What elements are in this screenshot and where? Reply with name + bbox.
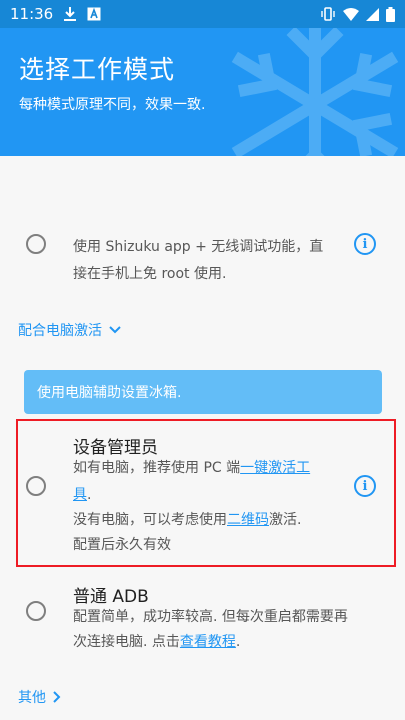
- header: 选择工作模式 每种模式原理不同，效果一致.: [0, 28, 405, 156]
- device-admin-info-icon[interactable]: i: [354, 475, 376, 497]
- shizuku-description-line2: 接在手机上免 root 使用.: [73, 266, 227, 282]
- device-admin-line4: 配置后永久有效: [73, 537, 171, 553]
- chevron-down-icon: [109, 326, 121, 334]
- vibrate-icon: [320, 7, 336, 21]
- page-subtitle: 每种模式原理不同，效果一致.: [19, 97, 206, 113]
- shizuku-radio[interactable]: [26, 234, 46, 254]
- status-time: 11:36: [10, 5, 54, 23]
- adb-line2-text: 次连接电脑. 点击: [73, 634, 180, 650]
- device-admin-radio[interactable]: [26, 476, 46, 496]
- qr-code-link[interactable]: 二维码: [227, 512, 269, 528]
- device-admin-line2-suffix: .: [87, 487, 92, 503]
- battery-icon: [386, 6, 395, 22]
- mode-list: 使用 Shizuku app + 无线调试功能，直 接在手机上免 root 使用…: [0, 156, 405, 720]
- pc-activation-section[interactable]: 配合电脑激活: [18, 320, 122, 340]
- one-click-activate-link[interactable]: 一键激活工: [240, 460, 310, 476]
- other-section[interactable]: 其他: [18, 687, 62, 707]
- adb-line2-suffix: .: [235, 634, 241, 650]
- adb-radio[interactable]: [26, 601, 46, 621]
- pc-activation-label: 配合电脑激活: [18, 323, 102, 339]
- cell-signal-icon: [366, 7, 379, 21]
- status-bar: 11:36: [0, 0, 405, 28]
- one-click-activate-link-cont[interactable]: 具: [73, 487, 87, 503]
- shizuku-description-line1: 使用 Shizuku app + 无线调试功能，直: [73, 239, 324, 255]
- pc-helper-banner-text: 使用电脑辅助设置冰箱.: [37, 385, 182, 401]
- device-admin-line1: 如有电脑，推荐使用 PC 端一键激活工: [73, 455, 310, 482]
- shizuku-info-icon[interactable]: i: [354, 233, 376, 255]
- device-admin-line3: 没有电脑，可以考虑使用二维码激活.: [73, 507, 301, 534]
- device-admin-line3-text: 没有电脑，可以考虑使用: [73, 512, 227, 528]
- wifi-icon: [343, 7, 359, 21]
- app-a-icon: [87, 7, 101, 21]
- chevron-right-icon: [53, 691, 61, 703]
- device-admin-line1-text: 如有电脑，推荐使用 PC 端: [73, 460, 241, 476]
- device-admin-line3-suffix: 激活.: [269, 512, 302, 528]
- adb-line2: 次连接电脑. 点击查看教程.: [73, 629, 240, 656]
- page-title: 选择工作模式: [19, 55, 176, 84]
- view-tutorial-link[interactable]: 查看教程: [180, 634, 236, 650]
- pc-helper-banner: 使用电脑辅助设置冰箱.: [24, 370, 382, 414]
- download-icon: [63, 6, 77, 22]
- adb-line1: 配置简单，成功率较高. 但每次重启都需要再: [73, 609, 348, 625]
- snowflake-decoration-icon: [231, 28, 399, 156]
- other-label: 其他: [18, 690, 46, 706]
- device-admin-line2: 具.: [73, 482, 91, 509]
